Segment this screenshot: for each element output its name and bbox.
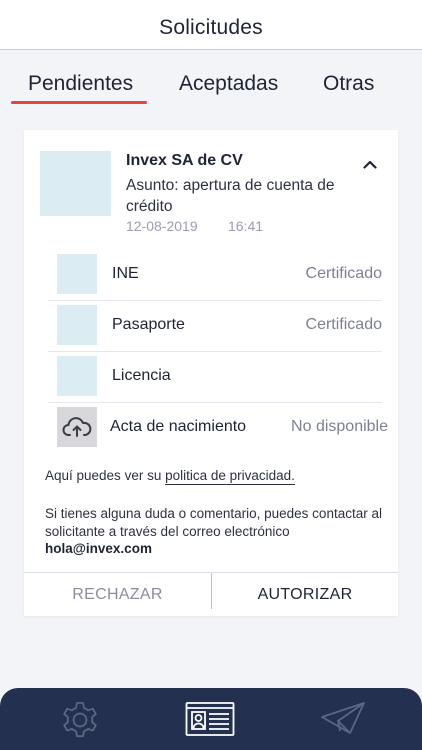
request-date: 12-08-2019 [126,218,198,234]
app-header: Solicitudes [0,0,422,50]
document-row-acta[interactable]: Acta de nacimiento No disponible [48,403,388,454]
document-thumbnail [57,305,97,345]
request-card: Invex SA de CV Asunto: apertura de cuent… [24,130,398,616]
document-thumbnail [57,356,97,396]
reject-button[interactable]: RECHAZAR [24,573,211,617]
tab-otras[interactable]: Otras [323,72,374,96]
tab-aceptadas[interactable]: Aceptadas [179,72,278,96]
chevron-up-icon[interactable] [360,154,380,174]
contact-text: Si tienes alguna duda o comentario, pued… [45,506,382,539]
page-title: Solicitudes [159,15,263,39]
document-row-pasaporte[interactable]: Pasaporte Certificado [48,301,382,352]
tab-pendientes[interactable]: Pendientes [28,72,133,96]
document-status: Certificado [305,316,382,333]
document-name: Pasaporte [112,316,185,333]
document-status: No disponible [291,418,388,435]
privacy-prefix: Aquí puedes ver su [45,468,166,483]
active-tab-indicator [11,101,147,104]
document-thumbnail [57,254,97,294]
bottom-navigation [0,688,422,750]
cloud-upload-icon[interactable] [57,407,97,447]
request-time: 16:41 [228,218,264,234]
paper-plane-icon[interactable] [320,700,366,741]
request-subject: Asunto: apertura de cuenta de crédito [126,177,335,215]
contact-email[interactable]: hola@invex.com [45,541,152,556]
id-card-icon[interactable] [185,700,235,743]
action-bar: RECHAZAR AUTORIZAR [24,572,398,616]
document-row-ine[interactable]: INE Certificado [48,250,382,301]
document-status: Certificado [305,265,382,282]
privacy-notice: Aquí puedes ver su politica de privacida… [45,468,295,485]
document-name: INE [112,265,139,282]
gear-icon[interactable] [59,700,101,745]
privacy-policy-link[interactable]: politica de privacidad. [165,468,295,485]
document-name: Acta de nacimiento [110,418,247,435]
document-row-licencia[interactable]: Licencia [48,352,382,403]
document-name: Licencia [112,367,171,384]
company-logo-placeholder [40,151,111,216]
company-name: Invex SA de CV [126,152,243,169]
authorize-button[interactable]: AUTORIZAR [212,573,398,617]
tab-bar: Pendientes Aceptadas Otras [0,50,422,110]
